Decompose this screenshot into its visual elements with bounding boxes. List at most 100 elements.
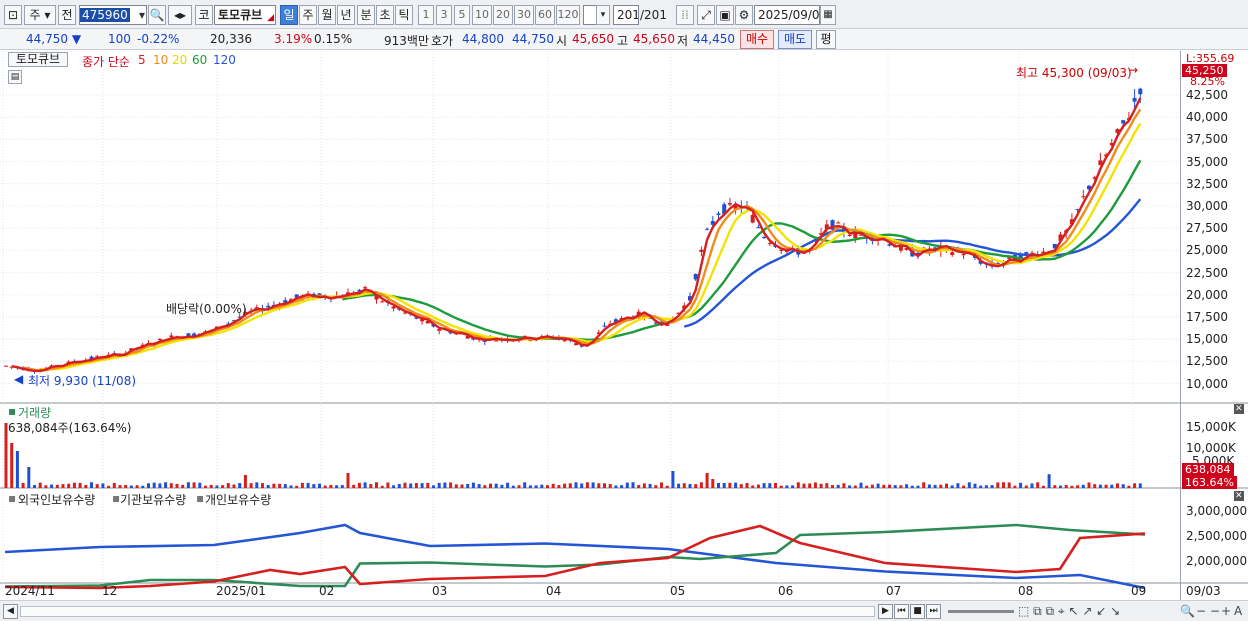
volume-bar (409, 483, 413, 488)
volume-bar (392, 485, 396, 488)
volume-bar (517, 485, 521, 488)
volume-bar (1047, 474, 1051, 488)
volume-bar (380, 485, 384, 488)
price-panel-title-button[interactable]: 토모큐브 (8, 52, 68, 67)
view-tool-icons[interactable]: ⬚ ⧉ ⧉ ⌖ ↖ ↗ ↙ ↘ (1018, 604, 1120, 619)
stop-icon[interactable]: ■ (910, 604, 925, 619)
speaker-icon[interactable]: ◂▸ (168, 5, 192, 25)
period-week[interactable]: 주 (299, 5, 317, 25)
interval-5[interactable]: 5 (454, 5, 470, 25)
horizontal-scrollbar[interactable] (20, 606, 875, 617)
volume-tick-15000k: 15,000K (1186, 420, 1236, 434)
ma-legend-120[interactable]: 120 (213, 53, 236, 67)
volume-bar (540, 484, 544, 488)
volume-bar (50, 484, 54, 488)
volume-bar (950, 485, 954, 488)
low-label: 저 (677, 34, 689, 48)
period-year[interactable]: 년 (337, 5, 355, 25)
interval-1[interactable]: 1 (418, 5, 434, 25)
ma-legend-10[interactable]: 10 (153, 53, 168, 67)
period-minute[interactable]: 분 (357, 5, 375, 25)
period-day[interactable]: 일 (280, 5, 298, 25)
turnover-rate: 0.15% (314, 32, 353, 46)
holding-legend-sep2-icon: ▪ (196, 491, 205, 505)
price-tick: 35,000 (1186, 155, 1228, 169)
grid-icon[interactable]: ⁞⁞ (676, 5, 694, 25)
interval-30[interactable]: 30 (514, 5, 534, 25)
volume-panel-icon[interactable]: ▪ (8, 404, 16, 418)
zoom-minus-icon[interactable]: − (1210, 604, 1220, 618)
x-label-07: 07 (886, 584, 902, 598)
interval-10[interactable]: 10 (472, 5, 492, 25)
candle-body (363, 287, 368, 289)
buy-button[interactable]: 매수 (740, 30, 774, 49)
fast-forward-icon[interactable]: ⏭ (926, 604, 941, 619)
period-tick[interactable]: 틱 (395, 5, 413, 25)
market-badge[interactable]: 코 (195, 5, 213, 25)
prev-button[interactable]: 전 (58, 5, 76, 25)
draw-tool-icon[interactable]: ⤢ (697, 5, 715, 25)
bottom-navigation: ◀ ▶ ⏮ ■ ⏭ ⬚ ⧉ ⧉ ⌖ ↖ ↗ ↙ ↘ 🔍 − − + A (0, 600, 1248, 621)
stock-code-input[interactable]: 475960 ▾ (79, 5, 147, 25)
calendar-icon[interactable]: ▦ (820, 5, 836, 25)
date-input[interactable]: 2025/09/03 (754, 5, 820, 25)
interval-20[interactable]: 20 (493, 5, 513, 25)
period-second[interactable]: 초 (376, 5, 394, 25)
interval-3[interactable]: 3 (436, 5, 452, 25)
font-size-icon[interactable]: A (1234, 604, 1242, 618)
ma-legend-20[interactable]: 20 (172, 53, 187, 67)
table-icon[interactable]: ▤ (8, 70, 22, 84)
eval-button[interactable]: 평 (816, 30, 836, 49)
volume-bar (711, 479, 715, 488)
gear-icon[interactable]: ⚙ (735, 5, 753, 25)
volume-bar (888, 484, 891, 488)
bid-price: 44,750 (512, 32, 554, 46)
close-icon[interactable]: ✕ (1234, 404, 1244, 414)
zoom-search-icon[interactable]: 🔍 (1180, 604, 1195, 618)
volume-bar (261, 483, 264, 488)
sell-button[interactable]: 매도 (778, 30, 812, 49)
price-tick: 27,500 (1186, 221, 1228, 235)
volume-bar (118, 485, 122, 488)
volume-bar (836, 484, 840, 488)
interval-dropdown-icon[interactable]: ▾ (596, 5, 610, 25)
zoom-out-icon[interactable]: − (1196, 604, 1206, 618)
volume-bar (939, 484, 943, 488)
search-icon[interactable]: 🔍 (148, 5, 166, 25)
scroll-right-icon[interactable]: ▶ (878, 604, 893, 619)
zoom-in-icon[interactable]: + (1221, 604, 1231, 618)
price-tick: 42,500 (1186, 88, 1228, 102)
holding-tick-2500000: 2,500,000 (1186, 529, 1248, 543)
close-icon[interactable]: ✕ (1234, 491, 1244, 501)
holding-line-1 (4, 523, 1146, 588)
interval-60[interactable]: 60 (535, 5, 555, 25)
chart-type-select[interactable]: 주 ▾ (24, 5, 56, 25)
volume-bar (352, 484, 356, 488)
volume-bar (61, 484, 65, 488)
speed-slider[interactable] (948, 610, 1014, 613)
volume-bar (665, 485, 669, 488)
rewind-icon[interactable]: ⏮ (894, 604, 909, 619)
holding-panel-icon[interactable]: ▪ (8, 491, 16, 505)
volume-bar (1059, 485, 1062, 488)
count-input[interactable]: 201 (613, 5, 639, 25)
price-tick: 32,500 (1186, 177, 1228, 191)
candle-body (756, 227, 761, 229)
volume-bar (853, 485, 857, 488)
volume-bar (283, 484, 287, 488)
period-month[interactable]: 월 (318, 5, 336, 25)
high-annotation: 최고 45,300 (09/03) (1016, 66, 1132, 80)
save-icon[interactable]: ▣ (716, 5, 734, 25)
ma-legend-5[interactable]: 5 (138, 53, 146, 67)
scroll-left-icon[interactable]: ◀ (3, 604, 18, 619)
volume-bar (876, 483, 880, 488)
dropdown-arrow-icon[interactable]: ▾ (139, 6, 145, 24)
volume-bar (905, 484, 909, 488)
chart-type-label: 주 (29, 8, 41, 22)
ma-legend-60[interactable]: 60 (192, 53, 207, 67)
x-label-08: 08 (1018, 584, 1034, 598)
volume-bar (107, 485, 111, 488)
interval-120[interactable]: 120 (556, 5, 580, 25)
window-menu-icon[interactable]: ⊡ (4, 5, 22, 25)
stock-name-field: 토모큐브 ◢ (214, 5, 276, 25)
